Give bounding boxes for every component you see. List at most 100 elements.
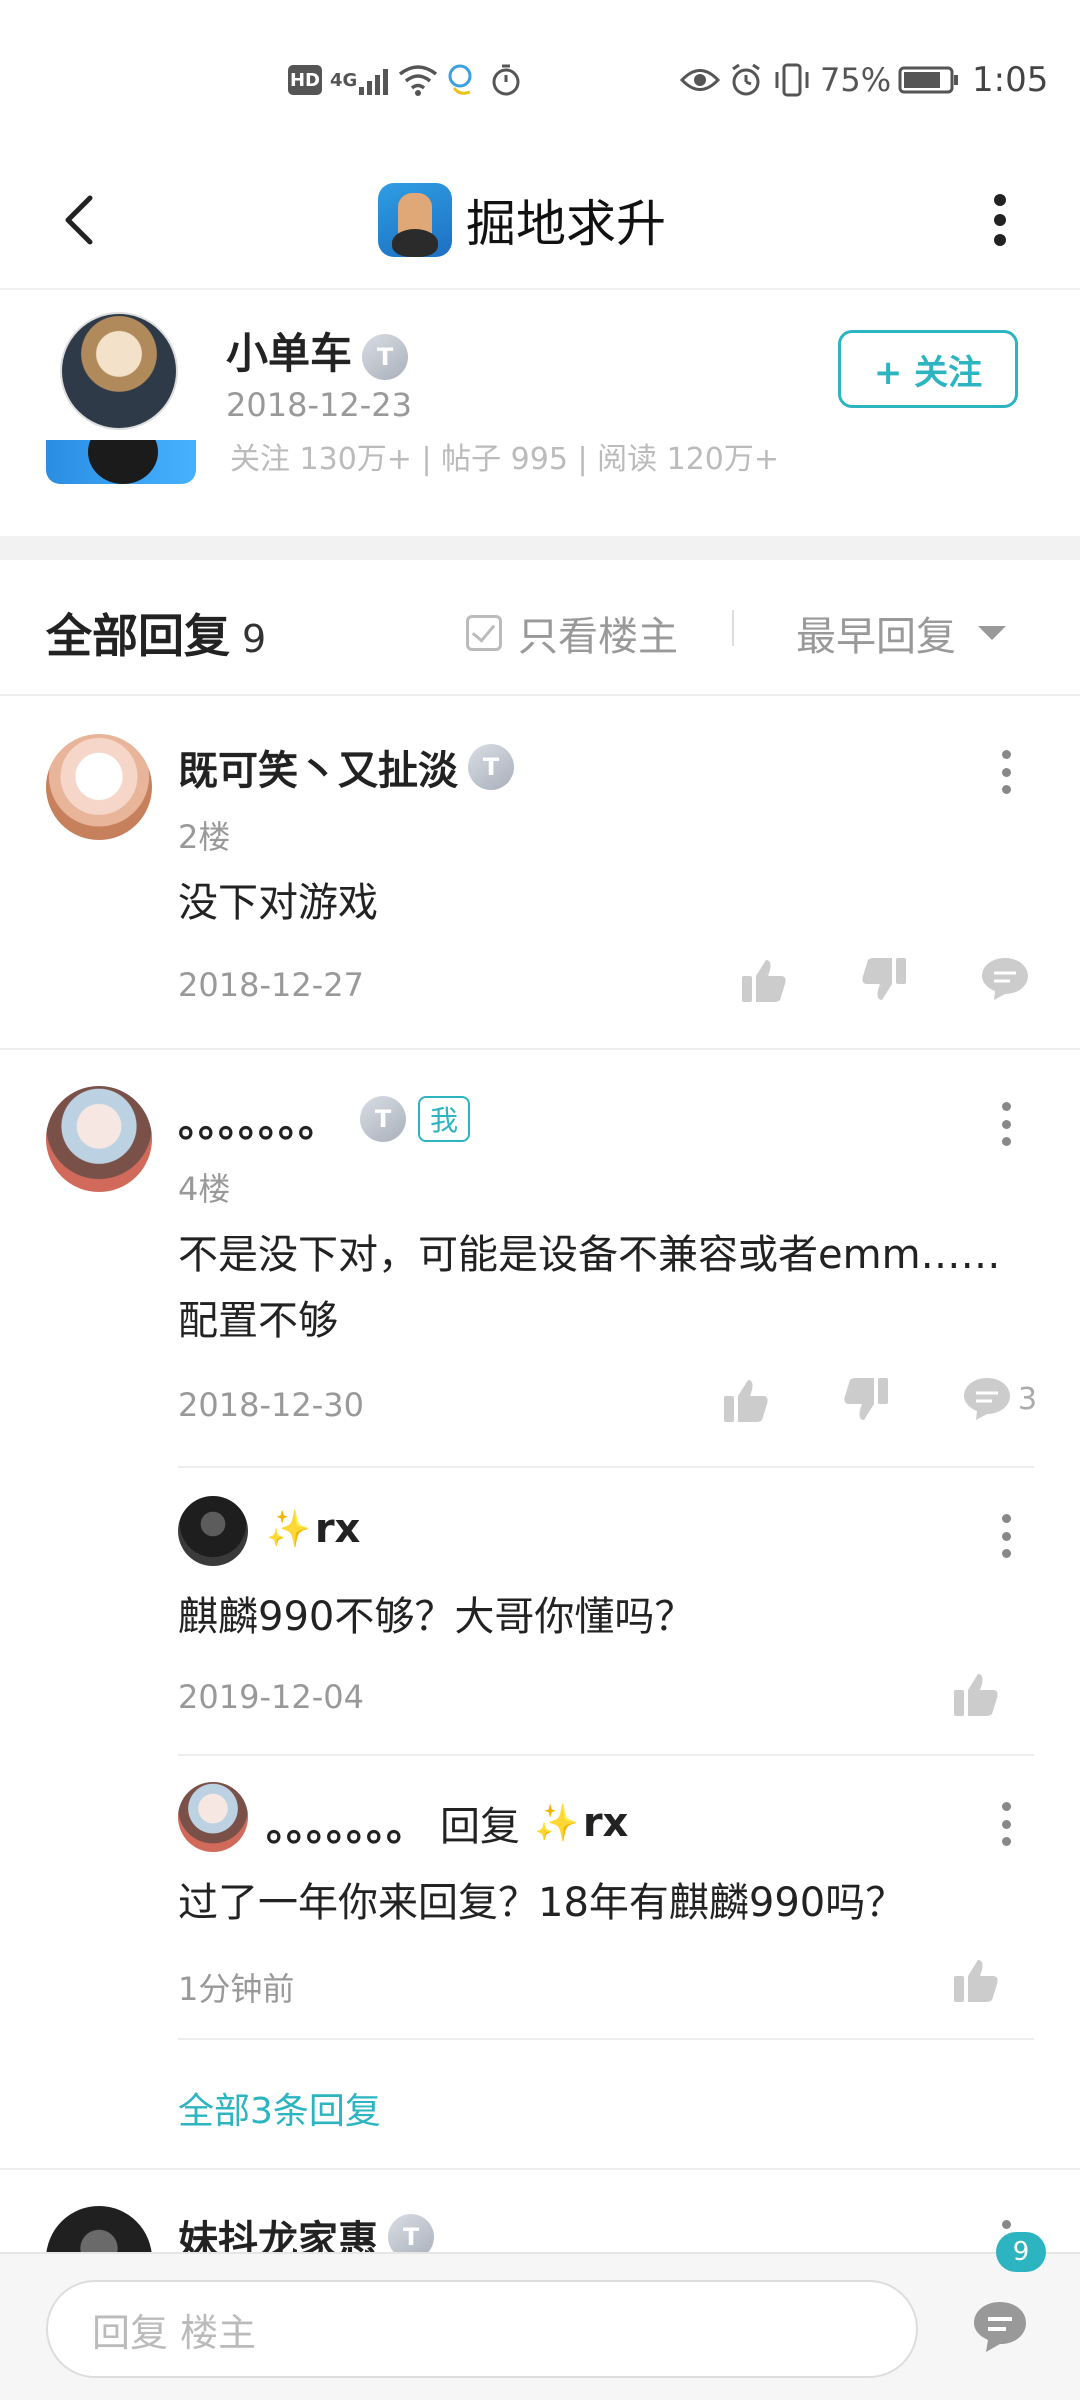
checkbox-icon <box>466 615 502 651</box>
clock: 1:05 <box>972 60 1049 100</box>
game-icon <box>378 183 452 257</box>
more-vertical-icon[interactable] <box>986 1094 1026 1154</box>
sparkle-icon: ✨ <box>534 1803 579 1844</box>
bottom-bar: 回复 楼主 <box>0 2252 1080 2400</box>
comment-item: 既可笑丶又扯淡 T 2楼 没下对游戏 2018-12-27 <box>0 698 1080 1050</box>
only-op-toggle[interactable]: 只看楼主 <box>466 604 678 662</box>
more-vertical-icon[interactable] <box>986 1794 1026 1854</box>
sort-dropdown[interactable]: 最早回复 <box>796 604 1006 662</box>
sub-reply-username: 。。。。。。。 <box>266 1804 426 1850</box>
reply-button[interactable] <box>980 956 1030 1002</box>
caret-down-icon <box>978 626 1006 640</box>
forum-title[interactable]: 掘地求升 <box>378 170 666 270</box>
comment-icon <box>964 1378 1010 1420</box>
divider <box>178 1754 1034 1756</box>
floor-number: 2楼 <box>178 818 231 856</box>
forum-thumbnail <box>46 440 196 484</box>
avatar[interactable] <box>178 1496 248 1566</box>
author-name: 小单车 <box>226 329 353 378</box>
avatar[interactable] <box>178 1782 248 1852</box>
top-bar: 掘地求升 <box>0 150 1080 290</box>
hd-icon: HD <box>288 56 322 104</box>
sub-reply-text[interactable]: 麒麟990不够？大哥你懂吗？ <box>178 1584 694 1650</box>
comment-username: 妹抖龙家惠 <box>178 2218 378 2252</box>
sort-label: 最早回复 <box>796 614 956 660</box>
comment-username: 既可笑丶又扯淡 <box>178 748 458 794</box>
more-vertical-icon[interactable] <box>986 742 1026 802</box>
divider <box>178 1466 1034 1468</box>
reply-count: 3 <box>1018 1381 1038 1417</box>
level-badge: T <box>468 744 514 790</box>
dislike-button[interactable] <box>860 956 908 1004</box>
like-button[interactable] <box>952 1670 1000 1718</box>
status-bar: HD 4G 75% 1:05 <box>0 0 1080 150</box>
network-type: 4G <box>330 69 358 91</box>
comment-date: 2018-12-27 <box>178 966 364 1004</box>
more-vertical-icon[interactable] <box>986 1506 1026 1566</box>
replies-title-label: 全部回复 <box>46 609 230 663</box>
like-button[interactable] <box>722 1376 770 1424</box>
comment-icon <box>974 2302 1026 2352</box>
dislike-button[interactable] <box>842 1376 890 1424</box>
wifi-icon <box>398 56 438 104</box>
thumbs-up-icon <box>742 960 786 1002</box>
like-button[interactable] <box>952 1956 1000 2004</box>
thumbs-up-icon <box>954 1960 998 2002</box>
comment-username-row[interactable]: 。。。。。。。 T 我 <box>178 1090 471 1148</box>
back-button[interactable] <box>40 180 120 260</box>
thumbs-up-icon <box>954 1674 998 1716</box>
comment-icon <box>982 958 1028 1000</box>
sub-reply-username-row[interactable]: 。。。。。。。 回复 ✨ rx <box>266 1794 628 1852</box>
like-button[interactable] <box>740 956 788 1004</box>
post-date: 2018-12-23 <box>226 386 412 424</box>
post-author: 小单车 T 2018-12-23 + 关注 关注 130万+ | 帖子 995 |… <box>0 292 1080 532</box>
level-badge: T <box>388 2214 434 2252</box>
chevron-left-icon <box>65 195 93 245</box>
author-name-row[interactable]: 小单车 T <box>226 320 409 381</box>
reply-button[interactable]: 3 <box>962 1376 1037 1422</box>
page-title: 掘地求升 <box>466 195 666 253</box>
comments-button[interactable] <box>970 2298 1030 2358</box>
sub-reply-date: 2019-12-04 <box>178 1678 364 1716</box>
replies-title: 全部回复 9 <box>46 600 266 666</box>
forum-info-strip[interactable]: 关注 130万+ | 帖子 995 | 阅读 120万+ <box>0 440 1080 524</box>
alarm-icon <box>728 56 764 104</box>
reply-to-label: 回复 <box>440 1804 520 1850</box>
avatar[interactable] <box>46 734 152 840</box>
avatar[interactable] <box>46 1086 152 1192</box>
divider <box>178 2038 1034 2040</box>
only-op-label: 只看楼主 <box>518 614 678 660</box>
follow-button[interactable]: + 关注 <box>838 330 1018 408</box>
eye-icon <box>680 56 720 104</box>
comment-text-line: 不是没下对，可能是设备不兼容或者emm…… <box>178 1232 1001 1278</box>
more-button[interactable] <box>960 180 1040 260</box>
comment-text-line: 配置不够 <box>178 1298 338 1344</box>
sub-reply-text[interactable]: 过了一年你来回复？18年有麒麟990吗？ <box>178 1870 905 1936</box>
comment-username-row[interactable]: 妹抖龙家惠 T <box>178 2208 434 2252</box>
divider <box>732 610 734 646</box>
floor-number: 4楼 <box>178 1170 231 1208</box>
author-avatar[interactable] <box>60 312 178 430</box>
thumbs-down-icon <box>844 1378 888 1420</box>
reply-input[interactable]: 回复 楼主 <box>46 2280 918 2378</box>
battery-percent: 75% <box>820 61 892 99</box>
assistant-icon <box>444 56 480 104</box>
comment-text[interactable]: 不是没下对，可能是设备不兼容或者emm…… 配置不够 <box>178 1222 1001 1354</box>
comment-item: 妹抖龙家惠 T <box>0 2170 1080 2252</box>
replies-header: 全部回复 9 只看楼主 最早回复 <box>0 560 1080 696</box>
reply-target: rx <box>582 1800 629 1846</box>
signal-icon: 4G <box>330 56 395 104</box>
comment-item: 。。。。。。。 T 我 4楼 不是没下对，可能是设备不兼容或者emm…… 配置不够 … <box>0 1050 1080 2170</box>
more-vertical-icon <box>994 194 1006 246</box>
avatar[interactable] <box>46 2206 152 2252</box>
forum-stats: 关注 130万+ | 帖子 995 | 阅读 120万+ <box>230 442 780 477</box>
replies-count: 9 <box>242 617 267 661</box>
comment-username-row[interactable]: 既可笑丶又扯淡 T <box>178 738 514 796</box>
sub-reply-username-row[interactable]: ✨ rx <box>266 1506 360 1552</box>
thumbs-down-icon <box>862 958 906 1000</box>
sparkle-icon: ✨ <box>266 1509 311 1550</box>
sub-reply-username: rx <box>314 1506 361 1552</box>
all-replies-link[interactable]: 全部3条回复 <box>178 2082 381 2134</box>
comment-date: 2018-12-30 <box>178 1386 364 1424</box>
comment-text[interactable]: 没下对游戏 <box>178 870 378 936</box>
